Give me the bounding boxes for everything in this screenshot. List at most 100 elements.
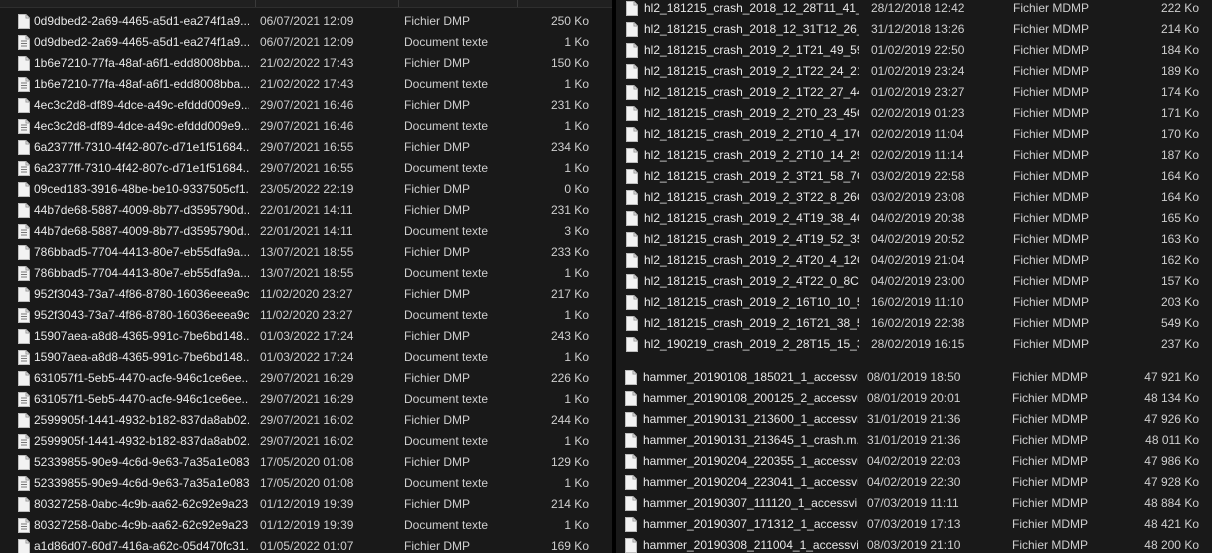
text-document-icon [18, 161, 30, 176]
document-icon [18, 140, 30, 155]
file-name: hammer_20190131_213645_1_crash.m... [643, 433, 858, 447]
file-row[interactable]: hl2_181215_crash_2019_2_3T22_8_26C0... 03… [616, 187, 1212, 208]
file-size: 48 011 Ko [1145, 433, 1199, 447]
file-date: 04/02/2019 22:03 [867, 454, 961, 468]
file-size: 231 Ko [550, 98, 589, 112]
file-name: 6a2377ff-7310-4f42-807c-d71e1f51684... [34, 161, 249, 175]
file-date: 21/02/2022 17:43 [260, 77, 354, 91]
file-row[interactable]: 952f3043-73a7-4f86-8780-16036eeea9c... 11… [0, 284, 612, 305]
file-date: 01/12/2019 19:39 [260, 497, 354, 511]
file-row[interactable]: 952f3043-73a7-4f86-8780-16036eeea9c... 11… [0, 305, 612, 326]
column-header-bar[interactable] [0, 0, 612, 8]
file-row[interactable]: hammer_20190204_223041_1_accessvi... 04/0… [616, 472, 1212, 493]
file-date: 16/02/2019 22:38 [871, 316, 965, 330]
file-row[interactable]: hammer_20190131_213600_1_accessvi... 31/0… [616, 409, 1212, 430]
file-row[interactable]: hammer_20190108_185021_1_accessvi... 08/0… [616, 367, 1212, 388]
file-date: 08/01/2019 18:50 [867, 370, 961, 384]
file-row[interactable]: hl2_181215_crash_2019_2_3T21_58_7C0... 03… [616, 166, 1212, 187]
file-row[interactable]: 44b7de68-5887-4009-8b77-d3595790d... 22/0… [0, 200, 612, 221]
file-row[interactable]: 786bbad5-7704-4413-80e7-eb55dfa9a... 13/0… [0, 263, 612, 284]
document-icon [626, 316, 638, 331]
file-row[interactable]: hammer_20190307_111120_1_accessvi... 07/0… [616, 493, 1212, 514]
file-row[interactable]: hl2_181215_crash_2019_2_4T20_4_12C0... 04… [616, 250, 1212, 271]
file-name: 1b6e7210-77fa-48af-a6f1-edd8008bba... [34, 77, 249, 91]
file-size: 162 Ko [1160, 253, 1199, 267]
file-row[interactable]: 631057f1-5eb5-4470-acfe-946c1ce6ee... 29/… [0, 368, 612, 389]
file-row[interactable]: hl2_181215_crash_2019_2_2T10_14_29C... 02… [616, 145, 1212, 166]
file-type: Fichier MDMP [1012, 391, 1089, 405]
file-name: 2599905f-1441-4932-b182-837da8ab02... [34, 434, 249, 448]
file-row[interactable]: 09ced183-3916-48be-be10-9337505cf1... 23/… [0, 179, 612, 200]
file-row[interactable]: 1b6e7210-77fa-48af-a6f1-edd8008bba... 21/… [0, 53, 612, 74]
file-size: 1 Ko [564, 476, 589, 490]
file-row[interactable]: 80327258-0abc-4c9b-aa62-62c92e9a23... 01/… [0, 515, 612, 536]
file-date: 03/02/2019 22:58 [871, 169, 965, 183]
file-size: 217 Ko [550, 287, 589, 301]
file-row[interactable]: 15907aea-a8d8-4365-991c-7be6bd148... 01/0… [0, 347, 612, 368]
file-date: 04/02/2019 21:04 [871, 253, 965, 267]
file-row[interactable]: hammer_20190307_171312_1_accessvi... 07/0… [616, 514, 1212, 535]
file-row[interactable]: hl2_181215_crash_2018_12_31T12_26_1... 31… [616, 19, 1212, 40]
file-row[interactable]: 6a2377ff-7310-4f42-807c-d71e1f51684... 29… [0, 158, 612, 179]
file-row[interactable]: 631057f1-5eb5-4470-acfe-946c1ce6ee... 29/… [0, 389, 612, 410]
file-date: 29/07/2021 16:55 [260, 140, 354, 154]
file-row[interactable]: 1b6e7210-77fa-48af-a6f1-edd8008bba... 21/… [0, 74, 612, 95]
file-size: 1 Ko [564, 161, 589, 175]
file-row[interactable]: hl2_181215_crash_2019_2_16T21_38_57... 16… [616, 313, 1212, 334]
file-row[interactable]: hl2_181215_crash_2019_2_16T10_10_5C... 16… [616, 292, 1212, 313]
column-separator[interactable] [398, 0, 399, 7]
file-type: Fichier MDMP [1013, 1, 1090, 15]
file-row[interactable]: hammer_20190108_200125_2_accessvi... 08/0… [616, 388, 1212, 409]
file-name: hl2_181215_crash_2019_2_1T22_24_21C... [644, 64, 859, 78]
file-date: 31/12/2018 13:26 [871, 22, 965, 36]
file-row[interactable]: hl2_181215_crash_2019_2_1T22_24_21C... 01… [616, 61, 1212, 82]
file-date: 06/07/2021 12:09 [260, 35, 354, 49]
file-date: 01/02/2019 23:24 [871, 64, 965, 78]
file-type: Fichier MDMP [1012, 370, 1089, 384]
file-row[interactable]: 15907aea-a8d8-4365-991c-7be6bd148... 01/0… [0, 326, 612, 347]
file-name: 80327258-0abc-4c9b-aa62-62c92e9a23... [34, 497, 249, 511]
document-icon [626, 274, 638, 289]
file-row[interactable]: hl2_181215_crash_2019_2_4T19_38_4C0... 04… [616, 208, 1212, 229]
file-row[interactable]: 2599905f-1441-4932-b182-837da8ab02... 29/… [0, 431, 612, 452]
file-row[interactable]: hammer_20190308_211004_1_accessvi... 08/0… [616, 535, 1212, 553]
file-name: 4ec3c2d8-df89-4dce-a49c-efddd009e9... [34, 119, 249, 133]
file-row[interactable]: hammer_20190204_220355_1_accessvi... 04/0… [616, 451, 1212, 472]
file-row[interactable]: hl2_181215_crash_2019_2_1T22_27_44C... 01… [616, 82, 1212, 103]
file-row[interactable]: 44b7de68-5887-4009-8b77-d3595790d... 22/0… [0, 221, 612, 242]
file-name: 0d9dbed2-2a69-4465-a5d1-ea274f1a9... [34, 35, 249, 49]
file-type: Fichier MDMP [1012, 538, 1089, 552]
text-document-icon [18, 434, 30, 449]
file-row[interactable]: hl2_181215_crash_2019_2_1T21_49_59C... 01… [616, 40, 1212, 61]
file-name: 786bbad5-7704-4413-80e7-eb55dfa9a... [34, 245, 249, 259]
file-row[interactable]: hammer_20190131_213645_1_crash.m... 31/01… [616, 430, 1212, 451]
column-separator[interactable] [517, 0, 518, 7]
file-row[interactable]: 6a2377ff-7310-4f42-807c-d71e1f51684... 29… [0, 137, 612, 158]
file-row[interactable]: 52339855-90e9-4c6d-9e63-7a35a1e083... 17/… [0, 452, 612, 473]
file-row[interactable]: a1d86d07-60d7-416a-a62c-05d470fc31... 01/… [0, 536, 612, 553]
file-row[interactable]: 80327258-0abc-4c9b-aa62-62c92e9a23... 01/… [0, 494, 612, 515]
file-row[interactable]: 786bbad5-7704-4413-80e7-eb55dfa9a... 13/0… [0, 242, 612, 263]
right-top-file-list: hl2_181215_crash_2018_12_28T11_41_5... 28… [616, 0, 1212, 362]
file-row[interactable]: 0d9dbed2-2a69-4465-a5d1-ea274f1a9... 06/0… [0, 32, 612, 53]
file-row[interactable]: 4ec3c2d8-df89-4dce-a49c-efddd009e9... 29/… [0, 95, 612, 116]
file-row[interactable]: hl2_181215_crash_2018_12_28T11_41_5... 28… [616, 0, 1212, 19]
document-icon [626, 1, 638, 16]
file-row[interactable]: 52339855-90e9-4c6d-9e63-7a35a1e083... 17/… [0, 473, 612, 494]
file-row[interactable]: hl2_181215_crash_2019_2_2T0_23_45C0... 02… [616, 103, 1212, 124]
file-name: 1b6e7210-77fa-48af-a6f1-edd8008bba... [34, 56, 249, 70]
file-row[interactable]: hl2_181215_crash_2019_2_4T19_52_35C... 04… [616, 229, 1212, 250]
file-name: hl2_181215_crash_2018_12_31T12_26_1... [644, 22, 859, 36]
file-row[interactable]: 2599905f-1441-4932-b182-837da8ab02... 29/… [0, 410, 612, 431]
column-separator[interactable] [255, 0, 256, 7]
file-row[interactable]: hl2_181215_crash_2019_2_4T22_0_8C0... 04/… [616, 271, 1212, 292]
file-date: 04/02/2019 20:52 [871, 232, 965, 246]
file-name: 6a2377ff-7310-4f42-807c-d71e1f51684... [34, 140, 249, 154]
file-row[interactable]: 0d9dbed2-2a69-4465-a5d1-ea274f1a9... 06/0… [0, 11, 612, 32]
file-row[interactable]: hl2_181215_crash_2019_2_2T10_4_17C0... 02… [616, 124, 1212, 145]
file-row[interactable]: 4ec3c2d8-df89-4dce-a49c-efddd009e9... 29/… [0, 116, 612, 137]
file-date: 11/02/2020 23:27 [260, 308, 353, 322]
document-icon [18, 56, 30, 71]
file-size: 48 200 Ko [1144, 538, 1199, 552]
file-row[interactable]: hl2_190219_crash_2019_2_28T15_15_37... 28… [616, 334, 1212, 355]
